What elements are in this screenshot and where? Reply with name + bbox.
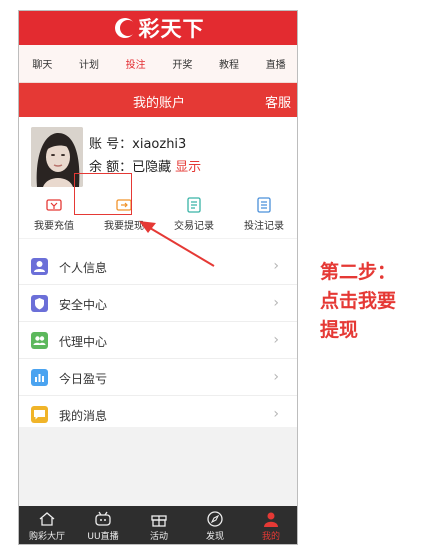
customer-service-button[interactable]: 客服 xyxy=(265,92,291,111)
account-value: xiaozhi3 xyxy=(132,137,187,152)
bet-record-label: 投注记录 xyxy=(244,221,284,232)
menu-label-my-messages: 我的消息 xyxy=(59,409,108,423)
tab-discover[interactable]: 发现 xyxy=(187,506,243,544)
chevron-right-icon: › xyxy=(273,369,279,385)
transaction-record-icon xyxy=(186,197,202,213)
menu-row-personal-info[interactable]: 个人信息 › xyxy=(19,248,297,285)
nav-item-plan[interactable]: 计划 xyxy=(66,56,113,71)
deposit-label: 我要充值 xyxy=(34,221,74,232)
menu-label-agent-center: 代理中心 xyxy=(59,335,108,349)
withdraw-highlight-box xyxy=(74,173,132,215)
withdraw-label: 我要提现 xyxy=(104,221,144,232)
tab-label-uu-live: UU直播 xyxy=(87,532,119,542)
account-card: 账 号：xiaozhi3 余 额：已隐藏 显示 我要充值 我要提现 交易记录 投… xyxy=(19,117,297,238)
screenshot-canvas: 彩天下 聊天 计划 投注 开奖 教程 直播 我的账户 客服 账 号：xiaozh… xyxy=(0,0,444,557)
nav-item-tutorial[interactable]: 教程 xyxy=(206,56,253,71)
user-icon xyxy=(31,258,48,275)
agent-icon xyxy=(31,332,48,349)
chart-icon xyxy=(31,369,48,386)
account-line: 账 号：xiaozhi3 xyxy=(89,133,186,152)
nav-item-chat[interactable]: 聊天 xyxy=(19,56,66,71)
page-title: 我的账户 xyxy=(132,96,185,111)
transaction-record-label: 交易记录 xyxy=(174,221,214,232)
chevron-right-icon: › xyxy=(273,406,279,422)
tab-label-mine: 我的 xyxy=(261,532,280,542)
show-balance-link[interactable]: 显示 xyxy=(175,160,201,175)
tab-label-lottery-hall: 购彩大厅 xyxy=(28,532,65,542)
step-annotation-line1: 第二步： xyxy=(320,261,397,283)
gift-icon xyxy=(151,515,167,527)
tab-lottery-hall[interactable]: 购彩大厅 xyxy=(19,506,75,544)
logo-crescent-icon xyxy=(114,17,136,39)
live-icon xyxy=(95,511,111,526)
menu-label-security-center: 安全中心 xyxy=(59,298,108,312)
chevron-right-icon: › xyxy=(273,332,279,348)
tab-uu-live[interactable]: UU直播 xyxy=(75,506,131,544)
person-icon xyxy=(264,512,278,527)
deposit-icon xyxy=(46,197,62,213)
bet-record-icon xyxy=(256,197,272,213)
nav-item-live[interactable]: 直播 xyxy=(252,56,297,71)
step-annotation-line3: 提现 xyxy=(320,319,359,341)
app-logo-bar: 彩天下 xyxy=(19,11,297,45)
account-action-row: 我要充值 我要提现 交易记录 投注记录 xyxy=(19,185,297,233)
nav-item-bet[interactable]: 投注 xyxy=(112,56,159,71)
balance-value: 已隐藏 xyxy=(132,160,172,175)
step-annotation-line2: 点击我要 xyxy=(320,290,397,312)
home-icon xyxy=(39,512,55,526)
bottom-tab-bar: 购彩大厅 UU直播 活动 发现 我的 xyxy=(19,506,297,544)
tab-label-discover: 发现 xyxy=(205,532,224,542)
menu-row-agent-center[interactable]: 代理中心 › xyxy=(19,322,297,359)
tab-activities[interactable]: 活动 xyxy=(131,506,187,544)
top-nav-menu: 聊天 计划 投注 开奖 教程 直播 xyxy=(19,45,297,83)
page-header: 我的账户 客服 xyxy=(19,83,297,117)
chevron-right-icon: › xyxy=(273,258,279,274)
app-logo-text: 彩天下 xyxy=(138,16,205,41)
account-menu-list: 个人信息 › 安全中心 › 代理中心 › 今日盈亏 › 我的消息 › xyxy=(19,239,297,427)
account-label: 账 号： xyxy=(89,137,133,152)
menu-row-security-center[interactable]: 安全中心 › xyxy=(19,285,297,322)
bet-record-button[interactable]: 投注记录 xyxy=(229,185,297,233)
compass-icon xyxy=(207,511,223,527)
tab-label-activities: 活动 xyxy=(149,532,168,542)
menu-label-personal-info: 个人信息 xyxy=(59,261,108,275)
phone-screen: 彩天下 聊天 计划 投注 开奖 教程 直播 我的账户 客服 账 号：xiaozh… xyxy=(18,10,298,545)
transaction-record-button[interactable]: 交易记录 xyxy=(159,185,229,233)
menu-row-my-messages[interactable]: 我的消息 › xyxy=(19,396,297,433)
menu-row-today-profit[interactable]: 今日盈亏 › xyxy=(19,359,297,396)
shield-icon xyxy=(31,295,48,312)
tab-mine[interactable]: 我的 xyxy=(243,506,297,544)
menu-label-today-profit: 今日盈亏 xyxy=(59,372,108,386)
step-annotation: 第二步： 点击我要 提现 xyxy=(320,258,430,345)
message-icon xyxy=(31,406,48,423)
chevron-right-icon: › xyxy=(273,295,279,311)
nav-item-draw-results[interactable]: 开奖 xyxy=(159,56,206,71)
